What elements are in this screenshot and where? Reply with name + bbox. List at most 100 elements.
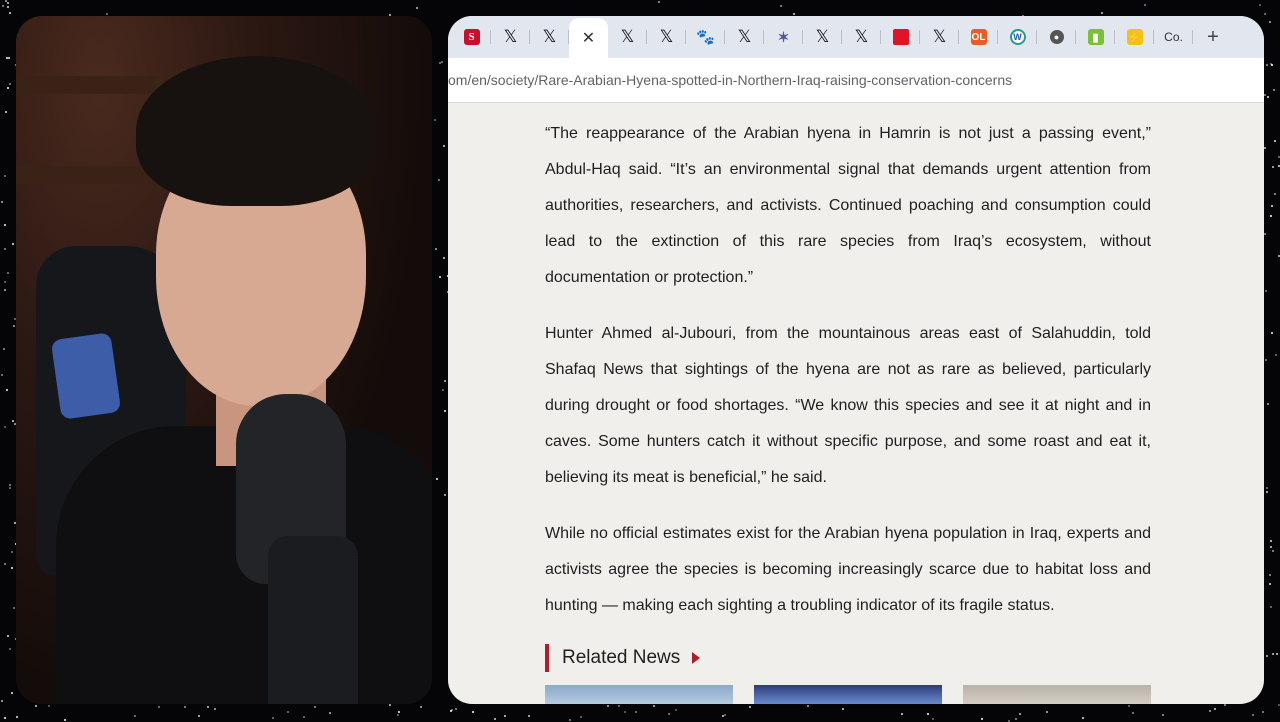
star <box>11 566 14 569</box>
star <box>437 178 440 181</box>
browser-tab[interactable]: Co. <box>1154 20 1193 54</box>
star <box>302 715 305 718</box>
star <box>8 487 11 490</box>
star <box>6 6 9 9</box>
star <box>1266 403 1269 406</box>
star <box>420 705 422 708</box>
star <box>635 710 638 713</box>
star <box>10 691 13 694</box>
x-icon: 𝕏 <box>542 27 557 46</box>
star <box>653 705 656 708</box>
browser-tab[interactable]: 𝕏 <box>920 20 959 54</box>
related-news-heading[interactable]: Related News <box>545 644 1151 672</box>
x-icon: 𝕏 <box>854 27 869 46</box>
star <box>658 0 661 3</box>
star <box>1270 546 1273 549</box>
star <box>1276 652 1279 655</box>
browser-tab[interactable]: ✶ <box>764 20 803 54</box>
address-bar[interactable]: om/en/society/Rare-Arabian-Hyena-spotted… <box>448 58 1264 103</box>
browser-tab[interactable]: S <box>452 20 491 54</box>
star <box>1209 709 1212 712</box>
star <box>1081 716 1084 719</box>
star <box>721 715 724 718</box>
star <box>8 12 11 15</box>
browser-tab[interactable]: 𝕏 <box>842 20 881 54</box>
star <box>1143 3 1146 6</box>
star <box>1 700 4 703</box>
x-icon: 𝕏 <box>815 27 830 46</box>
star <box>900 712 903 715</box>
star <box>441 61 444 64</box>
browser-tab[interactable]: ⚡ <box>1115 20 1154 54</box>
related-news-title[interactable]: Related News <box>562 647 680 669</box>
star <box>618 705 621 708</box>
star <box>1252 713 1255 716</box>
star <box>3 224 6 227</box>
star <box>328 711 331 714</box>
star <box>580 716 583 719</box>
star <box>1266 655 1269 658</box>
browser-tab[interactable]: ▮ <box>1076 20 1115 54</box>
tab-strip: S 𝕏 𝕏 ✕ 𝕏 𝕏 🐾 𝕏 ✶ 𝕏 𝕏 𝕏 OL W ● ▮ ⚡ Co. + <box>448 16 1264 58</box>
browser-tab[interactable]: 𝕏 <box>530 20 569 54</box>
star <box>206 705 209 708</box>
bird-icon: ✶ <box>777 28 790 45</box>
x-icon: 𝕏 <box>503 27 518 46</box>
browser-tab[interactable]: 𝕏 <box>608 20 647 54</box>
browser-tab[interactable]: 𝕏 <box>647 20 686 54</box>
star <box>434 247 437 250</box>
star <box>749 706 752 709</box>
microphone-arm <box>268 536 358 704</box>
star <box>396 713 399 716</box>
star <box>1161 713 1164 716</box>
star <box>1274 192 1277 195</box>
browser-tab[interactable]: ● <box>1037 20 1076 54</box>
star <box>1274 139 1277 142</box>
star <box>1269 20 1272 23</box>
red-square-icon <box>892 29 909 45</box>
star <box>1264 13 1267 16</box>
browser-tab[interactable]: 🐾 <box>686 20 725 54</box>
star <box>1264 233 1267 236</box>
green-app-icon: ▮ <box>1087 29 1104 45</box>
browser-tab[interactable]: 𝕏 <box>803 20 842 54</box>
close-icon[interactable]: ✕ <box>581 30 597 47</box>
star <box>1266 490 1269 493</box>
browser-tab[interactable]: 𝕏 <box>491 20 530 54</box>
browser-tab[interactable]: 𝕏 <box>725 20 764 54</box>
browser-tab[interactable]: W <box>998 20 1037 54</box>
star <box>668 713 671 716</box>
chevron-right-icon[interactable] <box>692 652 701 664</box>
streamer-hair <box>136 56 376 206</box>
star <box>503 714 506 717</box>
related-news-thumbnail[interactable] <box>963 685 1151 704</box>
star <box>1015 718 1018 721</box>
star <box>1266 96 1269 99</box>
star <box>1264 146 1267 149</box>
star <box>472 711 475 714</box>
star <box>12 419 15 422</box>
related-news-thumbnail[interactable] <box>754 685 942 704</box>
new-tab-button[interactable]: + <box>1199 23 1227 51</box>
browser-tab[interactable]: ✕ <box>569 18 608 58</box>
star <box>1018 713 1021 716</box>
star <box>443 379 446 382</box>
star <box>1274 353 1277 356</box>
article-paragraph: Hunter Ahmed al-Jubouri, from the mounta… <box>545 325 1151 486</box>
related-news-thumbnail[interactable] <box>545 685 733 704</box>
star <box>47 705 50 708</box>
ol-icon: OL <box>970 29 987 45</box>
star <box>436 478 439 481</box>
star <box>1131 711 1134 714</box>
star <box>926 713 929 716</box>
star <box>623 711 626 714</box>
x-icon: 𝕏 <box>737 27 752 46</box>
star <box>4 174 6 177</box>
browser-tab[interactable] <box>881 20 920 54</box>
star <box>441 389 444 392</box>
star <box>443 145 446 148</box>
browser-tab[interactable]: OL <box>959 20 998 54</box>
url-text[interactable]: om/en/society/Rare-Arabian-Hyena-spotted… <box>448 72 1012 88</box>
star <box>1261 711 1264 714</box>
star <box>13 607 16 610</box>
